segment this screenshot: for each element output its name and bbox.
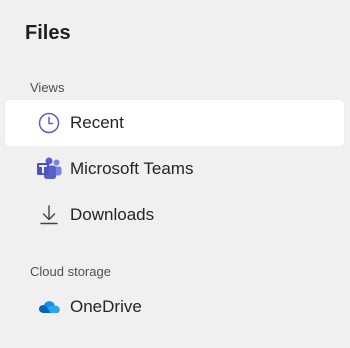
nav-item-label: Downloads [70, 205, 155, 224]
section-label-views: Views [30, 80, 65, 95]
nav-item-label: Microsoft Teams [70, 159, 194, 178]
nav-item-microsoft-teams[interactable]: Microsoft Teams [5, 146, 344, 192]
nav-item-label: OneDrive [70, 297, 142, 316]
teams-icon [36, 156, 62, 182]
onedrive-icon [36, 294, 62, 320]
nav-item-recent[interactable]: Recent [5, 100, 344, 146]
nav-item-label: Recent [70, 113, 124, 132]
download-icon [36, 202, 62, 228]
nav-item-downloads[interactable]: Downloads [5, 192, 344, 238]
nav-item-onedrive[interactable]: OneDrive [5, 284, 344, 330]
section-label-cloud-storage: Cloud storage [30, 264, 111, 279]
page-title: Files [25, 22, 71, 44]
clock-icon [36, 110, 62, 136]
